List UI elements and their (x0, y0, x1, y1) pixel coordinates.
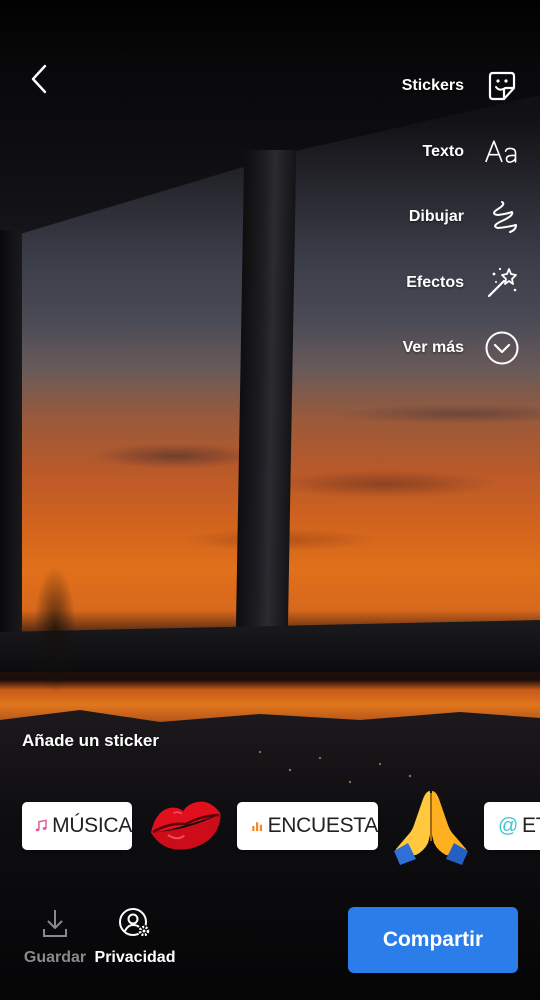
bottom-bar: Guardar Privacidad Compartir (0, 895, 540, 1000)
tool-effects[interactable]: Efectos (280, 263, 520, 303)
tool-label: Ver más (402, 339, 464, 356)
sticker-icon (484, 68, 520, 104)
sticker-tray[interactable]: MÚSICA ENCUESTA @ E (0, 785, 540, 870)
music-sticker[interactable]: MÚSICA (22, 802, 132, 850)
tool-label: Dibujar (408, 208, 464, 225)
tool-draw[interactable]: Dibujar (280, 197, 520, 237)
chevron-down-circle-icon (484, 330, 520, 366)
mention-sticker-label: ET (522, 814, 540, 837)
tool-label: Stickers (401, 77, 464, 94)
tree-silhouette (20, 510, 90, 810)
kiss-lips-icon[interactable] (146, 789, 226, 859)
tool-label: Efectos (406, 273, 464, 291)
download-icon (43, 910, 67, 937)
save-button[interactable]: Guardar (24, 907, 86, 967)
sticker-hint: Añade un sticker (22, 731, 159, 750)
chevron-left-icon (31, 64, 47, 94)
tool-label: Texto (422, 142, 464, 160)
tool-more[interactable]: Ver más (280, 328, 520, 368)
share-button[interactable]: Compartir (348, 907, 518, 973)
privacy-button[interactable]: Privacidad (94, 907, 176, 967)
privacy-label: Privacidad (94, 949, 176, 966)
music-sticker-label: MÚSICA (52, 814, 132, 837)
magic-wand-icon (484, 265, 520, 301)
tool-text[interactable]: Texto (280, 132, 520, 172)
at-sign-icon: @ (498, 814, 519, 837)
praying-hands-icon[interactable] (390, 785, 472, 865)
tool-stickers[interactable]: Stickers (280, 66, 520, 106)
editor-tools: Stickers Texto Dibujar Efectos Ver más (280, 66, 520, 394)
music-note-icon (35, 819, 47, 832)
top-shade (0, 0, 540, 60)
user-settings-icon (119, 908, 150, 937)
squiggle-draw-icon (484, 199, 520, 235)
back-button[interactable] (26, 62, 56, 96)
save-label: Guardar (23, 949, 87, 966)
text-aa-icon (484, 134, 520, 170)
bar-chart-icon (252, 822, 263, 832)
mention-sticker[interactable]: @ ET (484, 802, 540, 850)
poll-sticker-label: ENCUESTA (267, 814, 379, 837)
poll-sticker[interactable]: ENCUESTA (237, 802, 378, 850)
window-frame-left (0, 230, 22, 650)
